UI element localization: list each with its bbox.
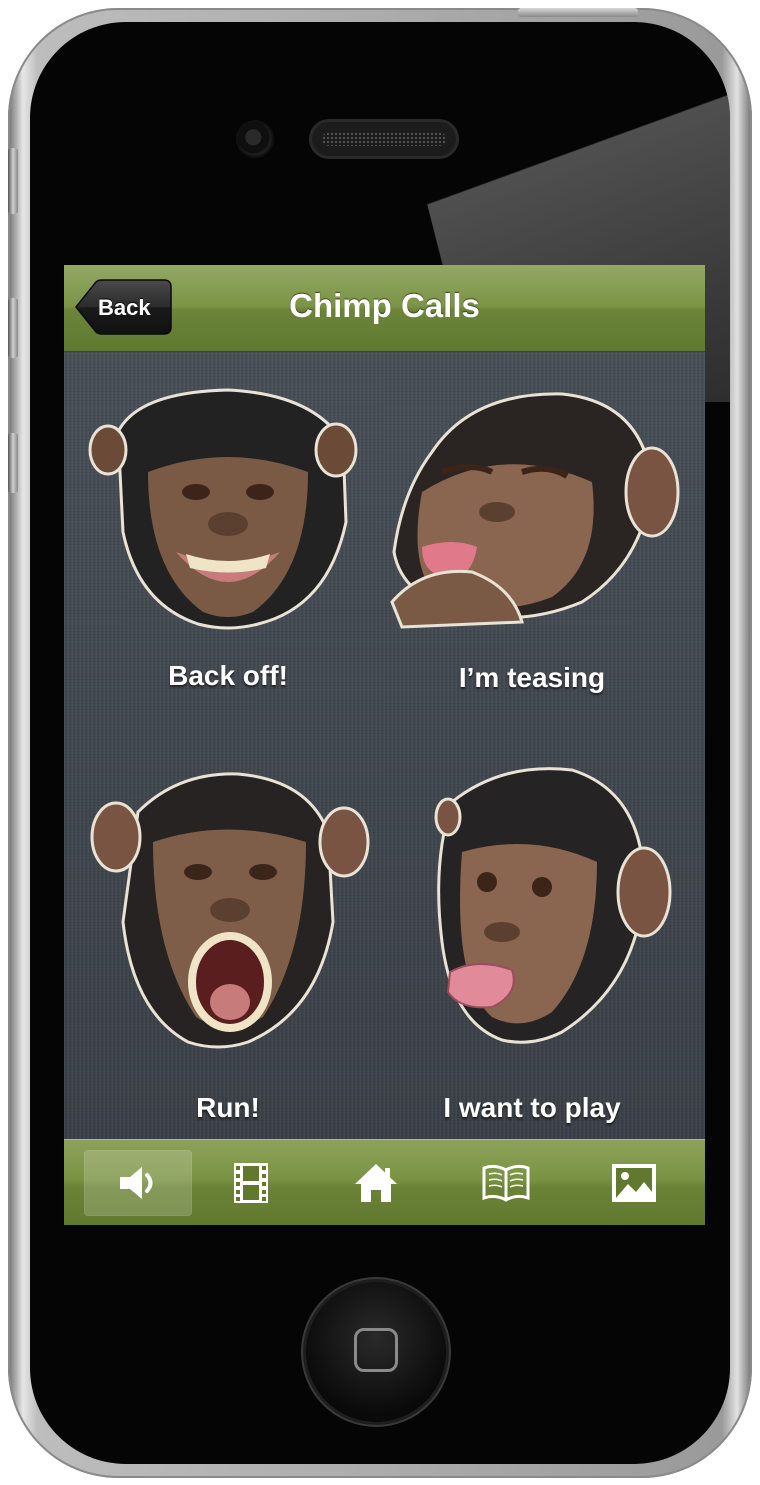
call-label: I’m teasing bbox=[458, 662, 606, 693]
mute-switch bbox=[8, 148, 18, 214]
film-icon bbox=[234, 1163, 268, 1203]
call-run-button[interactable]: Run! bbox=[78, 762, 378, 1123]
speaker-icon bbox=[120, 1167, 153, 1199]
call-back-off-button[interactable]: Back off! bbox=[78, 372, 378, 702]
volume-down-button bbox=[8, 433, 18, 493]
back-button-label: Back bbox=[98, 295, 151, 320]
back-button[interactable]: Back bbox=[74, 279, 172, 335]
sleep-button bbox=[518, 8, 638, 17]
home-button-square-icon bbox=[354, 1328, 398, 1372]
call-label: Run! bbox=[196, 1092, 260, 1123]
navigation-bar: Back Chimp Calls bbox=[64, 265, 705, 352]
book-icon bbox=[482, 1164, 530, 1202]
app-screen: Back Chimp Calls Back off! I’m teasing R… bbox=[64, 265, 705, 1225]
page-title: Chimp Calls bbox=[289, 287, 480, 324]
tab-sounds[interactable] bbox=[84, 1150, 192, 1216]
call-label: I want to play bbox=[443, 1092, 621, 1123]
tab-videos[interactable] bbox=[197, 1150, 305, 1216]
front-camera bbox=[238, 122, 272, 156]
volume-up-button bbox=[8, 298, 18, 358]
tab-bar bbox=[64, 1139, 705, 1225]
home-icon bbox=[355, 1164, 397, 1202]
home-button[interactable] bbox=[306, 1282, 446, 1422]
call-label: Back off! bbox=[168, 660, 288, 691]
chimp-pout-face-icon bbox=[434, 767, 672, 1044]
call-teasing-button[interactable]: I’m teasing bbox=[382, 372, 682, 702]
tab-pictures[interactable] bbox=[580, 1150, 688, 1216]
earpiece-speaker bbox=[312, 122, 456, 156]
chimp-scream-face-icon bbox=[90, 772, 370, 1049]
calls-grid: Back off! I’m teasing Run! I want to pla… bbox=[64, 352, 705, 1139]
tab-home[interactable] bbox=[322, 1150, 430, 1216]
tab-book[interactable] bbox=[452, 1150, 560, 1216]
call-want-to-play-button[interactable]: I want to play bbox=[382, 762, 682, 1123]
chimp-tongue-face-icon bbox=[390, 392, 680, 629]
chimp-grin-face-icon bbox=[88, 388, 358, 630]
picture-icon bbox=[612, 1164, 656, 1202]
